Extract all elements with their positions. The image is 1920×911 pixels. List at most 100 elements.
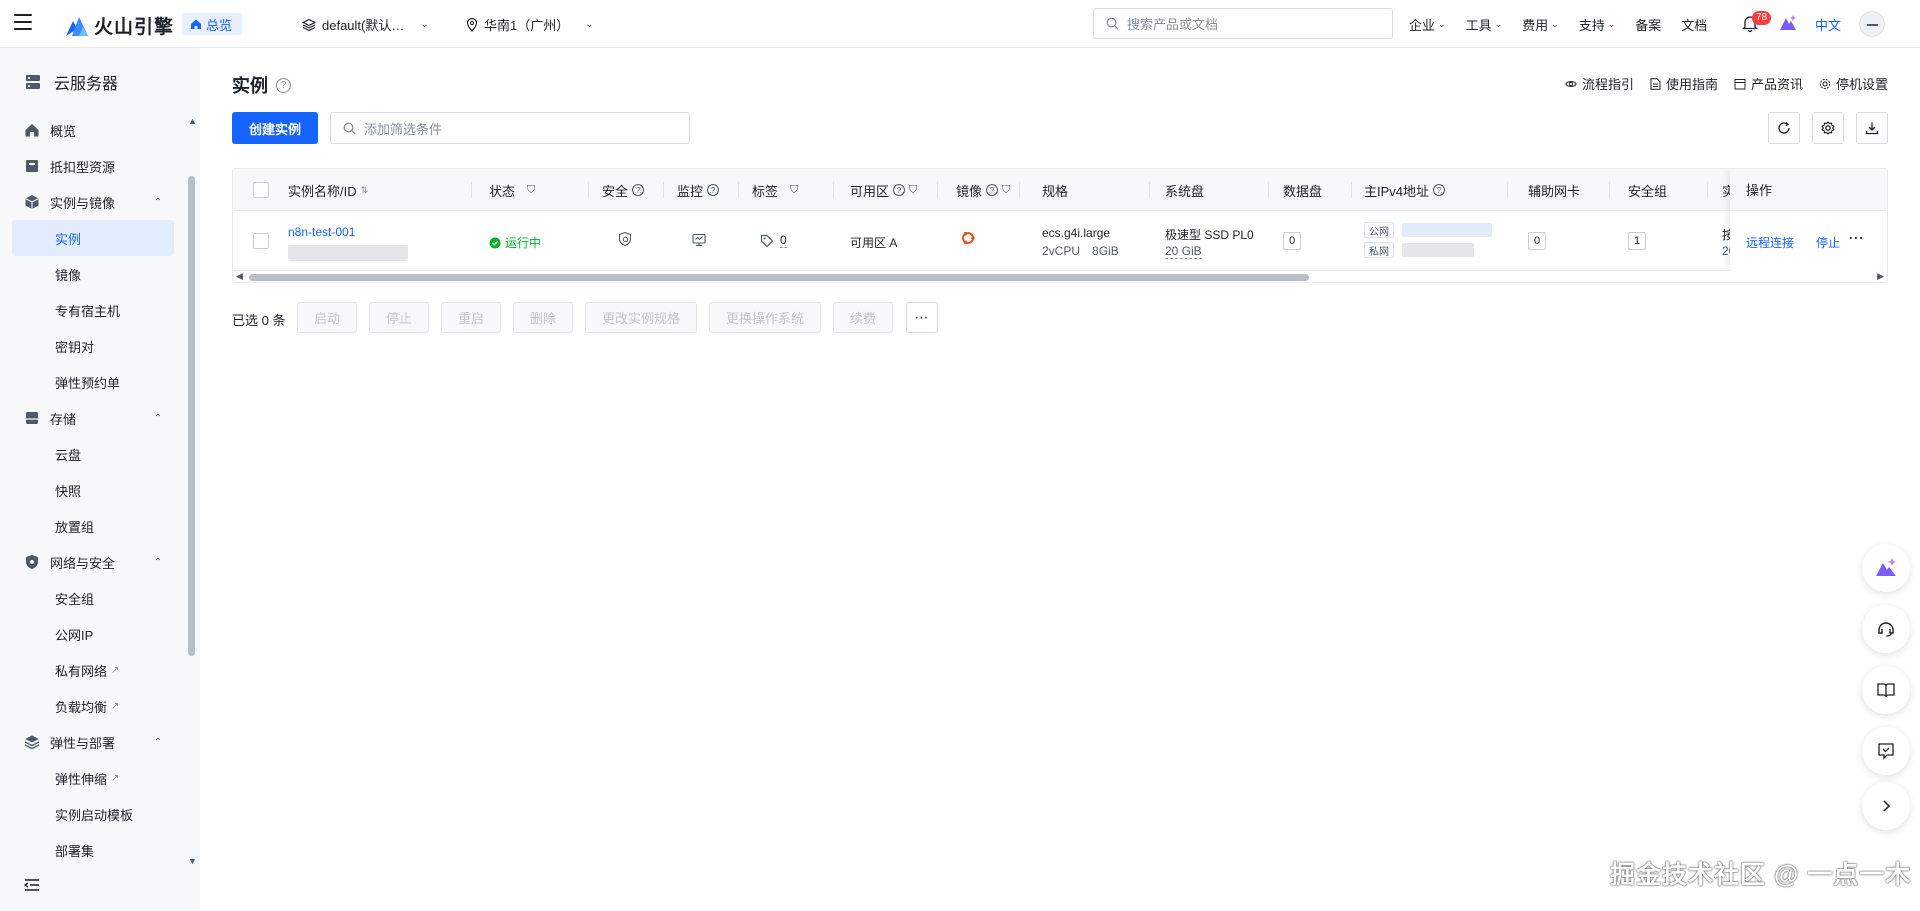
sidebar-item[interactable]: 私有网络 ↗ — [12, 652, 174, 688]
select-all-checkbox[interactable] — [253, 182, 269, 198]
home-button[interactable]: 总览 — [182, 13, 243, 35]
user-guide-link[interactable]: 使用指南 — [1650, 74, 1718, 93]
chevron-up-icon[interactable]: ⌃ — [154, 413, 162, 424]
expand-float-button[interactable] — [1862, 782, 1910, 830]
sort-icon[interactable]: ⇅ — [361, 185, 369, 196]
sidebar-item[interactable]: 存储 ⌃ — [12, 400, 174, 436]
data-disk-count[interactable]: 0 — [1283, 232, 1301, 250]
scroll-left-icon[interactable]: ◀ — [236, 271, 243, 282]
security-group-count[interactable]: 1 — [1628, 232, 1646, 250]
scrollbar-thumb[interactable] — [249, 274, 1309, 281]
brand-logo[interactable]: 火山引擎 — [64, 12, 174, 39]
sidebar-item[interactable]: 实例启动模板 — [12, 796, 174, 832]
project-selector[interactable]: default(默认… ⌄ — [302, 15, 429, 34]
more-actions-icon[interactable]: ⋯ — [1848, 228, 1865, 248]
customer-service-button[interactable] — [1862, 605, 1910, 653]
batch-more-button[interactable]: ⋯ — [906, 302, 938, 333]
sidebar-item[interactable]: 公网IP — [12, 616, 174, 652]
chevron-up-icon[interactable]: ⌃ — [154, 197, 162, 208]
sidebar-item[interactable]: 网络与安全 ⌃ — [12, 544, 174, 580]
sidebar-item[interactable]: 弹性与部署 ⌃ — [12, 724, 174, 760]
sidebar-item[interactable]: 快照 — [12, 472, 174, 508]
remote-connect-link[interactable]: 远程连接 — [1746, 234, 1794, 251]
feedback-float-button[interactable] — [1862, 727, 1910, 775]
nav-filing[interactable]: 备案 — [1635, 15, 1661, 34]
row-checkbox[interactable] — [253, 233, 269, 249]
refresh-button[interactable] — [1768, 112, 1800, 144]
col-name[interactable]: 实例名称/ID ⇅ — [288, 169, 368, 211]
sidebar-item[interactable]: 放置组 — [12, 508, 174, 544]
sidebar-scrollbar[interactable]: ▲ ▼ — [186, 116, 197, 866]
language-switch[interactable]: 中文 — [1815, 15, 1841, 34]
instance-name-link[interactable]: n8n-test-001 — [288, 225, 355, 239]
sidebar-item[interactable]: 密钥对 — [12, 328, 174, 364]
help-icon[interactable]: ? — [707, 184, 720, 196]
sidebar-item[interactable]: 负载均衡 ↗ — [12, 688, 174, 724]
filter-icon[interactable]: ⛉ — [1002, 184, 1010, 197]
download-button[interactable] — [1856, 112, 1888, 144]
create-instance-button[interactable]: 创建实例 — [232, 112, 318, 144]
filter-icon[interactable]: ⛉ — [790, 184, 798, 197]
sidebar-item[interactable]: 安全组 — [12, 580, 174, 616]
region-selector[interactable]: 华南1（广州） ⌄ — [466, 15, 594, 34]
help-icon[interactable]: ? — [893, 184, 906, 196]
help-icon[interactable]: ? — [1433, 184, 1446, 196]
sidebar-item[interactable]: 弹性预约单 — [12, 364, 174, 400]
batch-renew-button[interactable]: 续费 — [833, 302, 893, 333]
batch-change-spec-button[interactable]: 更改实例规格 — [585, 302, 697, 333]
menu-icon[interactable] — [14, 14, 32, 32]
public-ip-redacted[interactable] — [1402, 223, 1492, 237]
sidebar-item[interactable]: 概览 — [12, 112, 174, 148]
batch-stop-button[interactable]: 停止 — [369, 302, 429, 333]
shutdown-settings-link[interactable]: 停机设置 — [1819, 74, 1888, 93]
process-guide-link[interactable]: 流程指引 — [1565, 74, 1634, 93]
scrollbar-thumb[interactable] — [188, 176, 195, 656]
nav-support[interactable]: 支持 ⌄ — [1579, 15, 1616, 34]
batch-change-os-button[interactable]: 更换操作系统 — [709, 302, 821, 333]
nav-tools[interactable]: 工具 ⌄ — [1466, 15, 1503, 34]
filter-icon[interactable]: ⛉ — [909, 184, 917, 197]
scroll-up-icon[interactable]: ▲ — [188, 116, 197, 126]
ai-assistant-icon[interactable] — [1778, 13, 1798, 33]
security-shield-icon[interactable] — [617, 231, 633, 247]
batch-delete-button[interactable]: 删除 — [513, 302, 573, 333]
help-icon[interactable]: ? — [276, 77, 291, 93]
sidebar-item[interactable]: 实例 — [12, 220, 174, 256]
chevron-up-icon[interactable]: ⌃ — [154, 557, 162, 568]
col-ops-label: 操作 — [1746, 183, 1773, 198]
eni-count[interactable]: 0 — [1528, 232, 1546, 250]
sidebar-item[interactable]: 实例与镜像 ⌃ — [12, 184, 174, 220]
batch-start-button[interactable]: 启动 — [297, 302, 357, 333]
product-news-link[interactable]: 产品资讯 — [1734, 74, 1803, 93]
sidebar-item[interactable]: 专有宿主机 — [12, 292, 174, 328]
settings-button[interactable] — [1812, 112, 1844, 144]
column-divider — [738, 182, 739, 198]
stop-link[interactable]: 停止 — [1816, 234, 1840, 251]
sidebar-item[interactable]: 弹性伸缩 ↗ — [12, 760, 174, 796]
sidebar-item[interactable]: 抵扣型资源 — [12, 148, 174, 184]
nav-docs[interactable]: 文档 — [1681, 15, 1707, 34]
filter-icon[interactable]: ⛉ — [527, 184, 535, 197]
nav-billing[interactable]: 费用 ⌄ — [1522, 15, 1559, 34]
sidebar-item[interactable]: 部署集 — [12, 832, 174, 868]
docs-float-button[interactable] — [1862, 666, 1910, 714]
scroll-right-icon[interactable]: ▶ — [1877, 271, 1884, 282]
help-icon[interactable]: ? — [632, 184, 645, 196]
table-horizontal-scrollbar[interactable]: ◀ ▶ — [233, 271, 1887, 282]
batch-restart-button[interactable]: 重启 — [441, 302, 501, 333]
help-icon[interactable]: ? — [986, 184, 999, 196]
nav-enterprise[interactable]: 企业 ⌄ — [1409, 15, 1446, 34]
sidebar-item[interactable]: 镜像 — [12, 256, 174, 292]
system-disk-size[interactable]: 20 GiB — [1165, 244, 1202, 259]
filter-input[interactable]: 添加筛选条件 — [330, 112, 690, 144]
collapse-sidebar-icon[interactable] — [24, 878, 40, 892]
tags-cell[interactable]: 0 — [760, 233, 787, 248]
avatar[interactable] — [1859, 11, 1885, 37]
sidebar-item[interactable]: 云盘 — [12, 436, 174, 472]
ai-mountain-icon — [1876, 558, 1896, 576]
global-search-input[interactable]: 搜索产品或文档 — [1093, 8, 1393, 39]
chevron-up-icon[interactable]: ⌃ — [154, 737, 162, 748]
ai-assistant-float-button[interactable] — [1862, 544, 1910, 592]
monitor-icon[interactable] — [691, 232, 707, 248]
scroll-down-icon[interactable]: ▼ — [188, 856, 197, 866]
